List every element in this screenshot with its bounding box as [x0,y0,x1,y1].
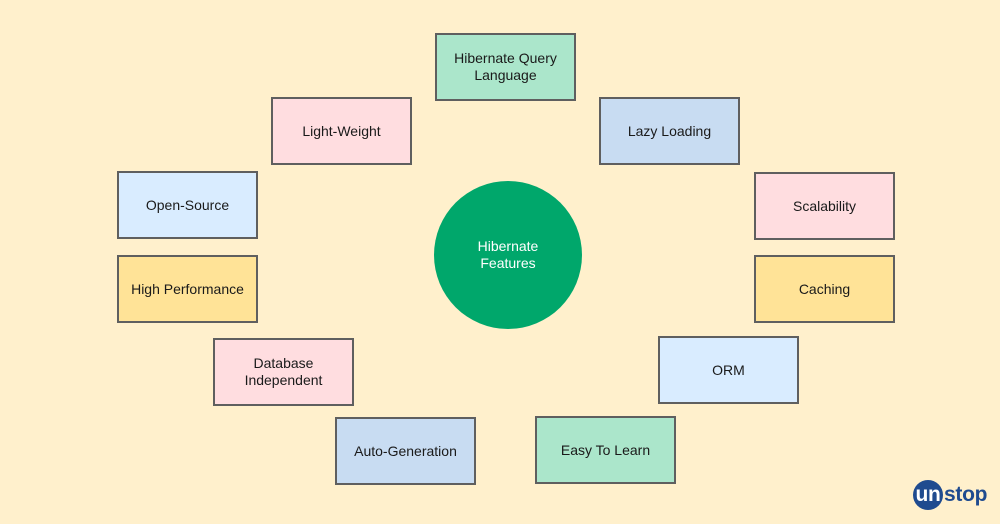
feature-box-orm: ORM [658,336,799,404]
feature-label: Auto-Generation [354,442,457,459]
feature-label: Light-Weight [302,122,381,139]
feature-box-high-performance: High Performance [117,255,258,323]
feature-label: Easy To Learn [560,441,651,458]
diagram-canvas: Hibernate Query Language Light-Weight La… [0,0,1000,524]
feature-label: Lazy Loading [627,122,712,139]
logo-badge: un [913,480,943,510]
logo-text: stop [944,483,988,506]
feature-box-caching: Caching [754,255,895,323]
feature-box-lazy-loading: Lazy Loading [599,97,740,165]
feature-label: Scalability [792,197,857,214]
unstop-logo: un stop [913,480,987,510]
feature-box-easy-to-learn: Easy To Learn [535,416,676,484]
feature-box-hql: Hibernate Query Language [435,33,576,101]
feature-box-scalability: Scalability [754,172,895,240]
feature-label: High Performance [131,280,244,297]
hub-circle: Hibernate Features [434,181,582,329]
feature-label: Database Independent [244,355,323,388]
feature-box-open-source: Open-Source [117,171,258,239]
feature-label: Hibernate Query Language [454,50,557,83]
feature-box-light-weight: Light-Weight [271,97,412,165]
feature-label: ORM [712,361,745,378]
feature-box-database-independent: Database Independent [213,338,354,406]
hub-label: Hibernate Features [477,238,539,271]
feature-box-auto-generation: Auto-Generation [335,417,476,485]
feature-label: Open-Source [145,196,230,213]
feature-label: Caching [798,280,851,297]
